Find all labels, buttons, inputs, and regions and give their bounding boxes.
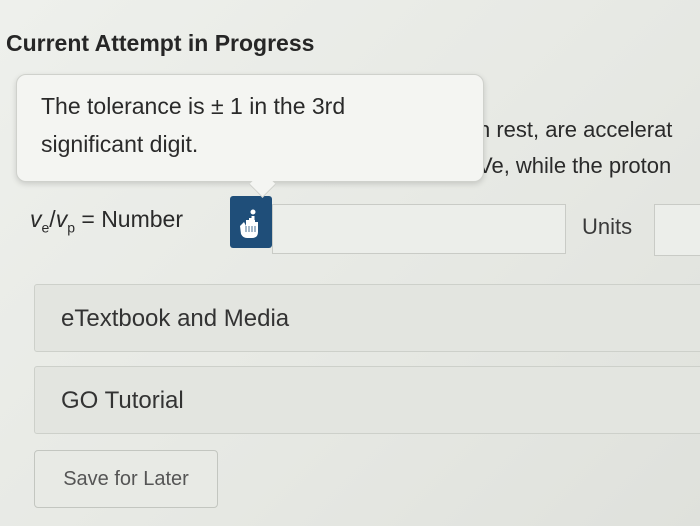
question-line-2: Ve, while the proton [478, 153, 672, 178]
units-label: Units [582, 214, 633, 239]
section-title: Current Attempt in Progress [6, 30, 315, 56]
ratio-vp-sub: p [67, 219, 75, 236]
tooltip-text: The tolerance is ± 1 in the 3rd signific… [41, 87, 471, 163]
equals-number-label: = Number [74, 206, 183, 232]
hand-info-icon[interactable] [230, 196, 272, 248]
etextbook-label: eTextbook and Media [61, 305, 290, 332]
go-tutorial-label: GO Tutorial [61, 387, 184, 414]
save-for-later-button[interactable]: Save for Later [34, 450, 218, 508]
ratio-vp: v [55, 206, 68, 232]
units-select[interactable] [654, 204, 700, 256]
ratio-ve: v [30, 206, 42, 232]
answer-row: ve/vp = Number Units [0, 190, 700, 260]
tooltip-line-2: significant digit. [41, 131, 199, 157]
tolerance-tooltip: The tolerance is ± 1 in the 3rd signific… [16, 74, 484, 198]
etextbook-media-link[interactable]: eTextbook and Media [34, 284, 700, 352]
go-tutorial-link[interactable]: GO Tutorial [34, 366, 700, 434]
question-text: n rest, are accelerat Ve, while the prot… [478, 112, 700, 184]
question-line-1: n rest, are accelerat [478, 117, 673, 142]
number-input[interactable] [272, 204, 566, 254]
ratio-label: ve/vp = Number [30, 206, 183, 236]
tooltip-line-1: The tolerance is ± 1 in the 3rd [41, 93, 346, 119]
